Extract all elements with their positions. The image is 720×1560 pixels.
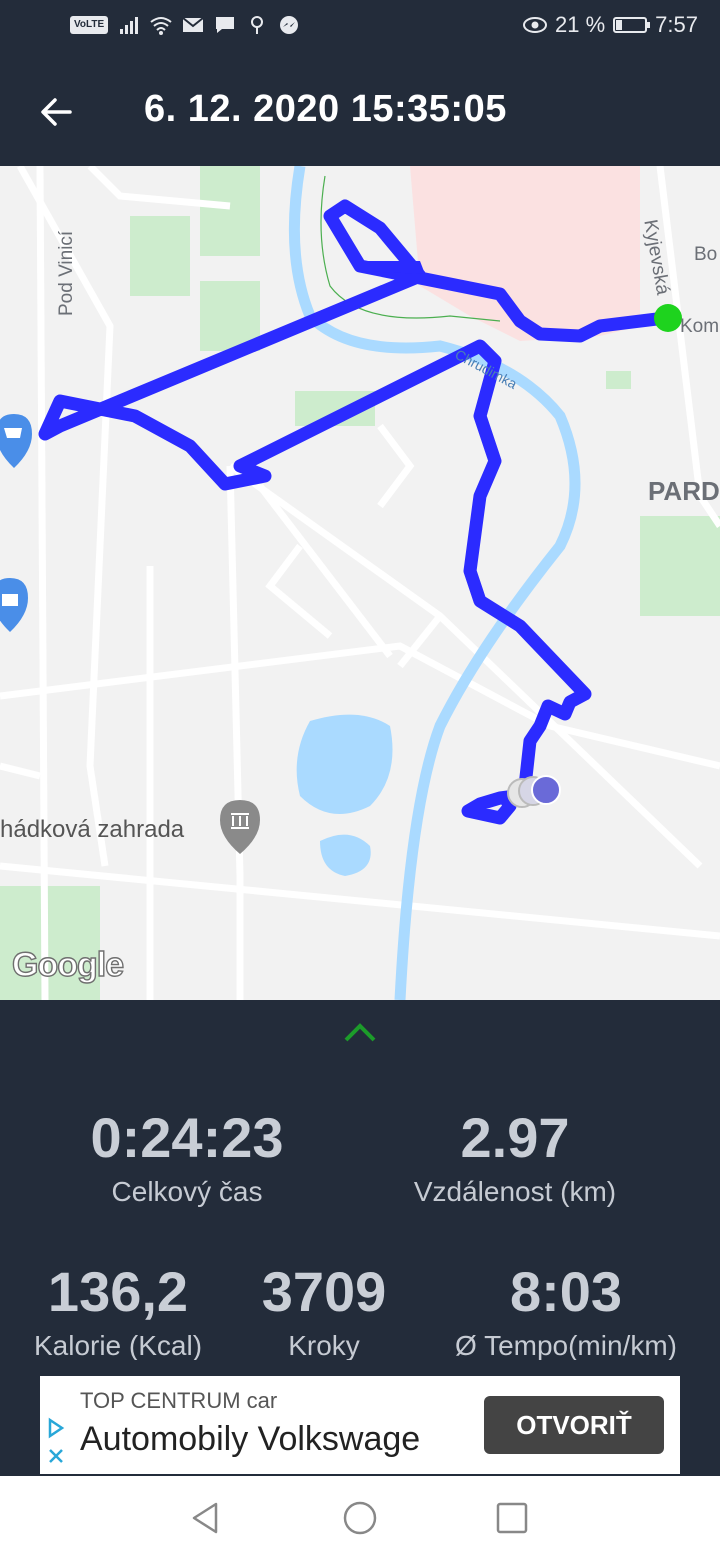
- volte-badge: VoLTE: [70, 16, 109, 34]
- lake: [320, 834, 371, 876]
- park-area: [200, 166, 260, 256]
- expand-button[interactable]: [338, 1016, 382, 1050]
- place-label: PARD: [648, 476, 720, 506]
- nav-recents-icon[interactable]: [492, 1498, 532, 1538]
- clock: 7:57: [655, 12, 698, 37]
- chevron-up-icon: [344, 1023, 376, 1042]
- mail-icon: [182, 17, 204, 32]
- status-bar: VoLTE 21 % 7:57: [0, 0, 720, 56]
- shopping-bag-pin[interactable]: [0, 578, 28, 632]
- urban-area: [410, 166, 640, 341]
- location-icon: [251, 16, 264, 34]
- steps-value: 3709: [261, 1260, 387, 1323]
- stat-total-time: 0:24:23 Celkový čas: [62, 1106, 312, 1208]
- status-right: 21 % 7:57: [523, 12, 698, 38]
- stat-pace: 8:03 Ø Tempo(min/km): [430, 1260, 702, 1362]
- ad-headline[interactable]: Automobily Volkswage: [80, 1420, 460, 1459]
- eye-icon: [523, 17, 548, 33]
- museum-pin[interactable]: [220, 800, 260, 854]
- park-area: [130, 216, 190, 296]
- pace-label: Ø Tempo(min/km): [455, 1330, 677, 1361]
- messenger-icon: [280, 16, 299, 34]
- nav-home-icon[interactable]: [340, 1498, 380, 1538]
- total-time-value: 0:24:23: [90, 1106, 284, 1169]
- signal-icon: [120, 17, 139, 34]
- wifi-icon: [150, 17, 172, 35]
- end-marker[interactable]: [531, 775, 561, 805]
- system-nav-bar: [0, 1476, 720, 1560]
- ad-banner[interactable]: TOP CENTRUM car Automobily Volkswage OTV…: [40, 1376, 680, 1474]
- stat-steps: 3709 Kroky: [234, 1260, 414, 1362]
- place-label: Kom: [680, 316, 720, 337]
- ad-choices[interactable]: [44, 1416, 68, 1475]
- place-label: hádková zahrada: [0, 816, 185, 843]
- steps-label: Kroky: [288, 1330, 360, 1361]
- battery-level: [616, 20, 623, 30]
- park-area: [640, 516, 720, 616]
- ad-banner-container: TOP CENTRUM car Automobily Volkswage OTV…: [0, 1360, 720, 1476]
- place-label: Bo: [694, 244, 718, 265]
- nav-back-icon[interactable]: [186, 1498, 226, 1538]
- page-title: 6. 12. 2020 15:35:05: [144, 88, 507, 130]
- back-button[interactable]: [28, 84, 84, 140]
- google-logo: Google: [11, 945, 125, 984]
- status-left-icons: VoLTE: [70, 14, 300, 36]
- calories-label: Kalorie (Kcal): [33, 1330, 203, 1361]
- message-icon: [216, 17, 235, 33]
- battery-percent: 21 %: [555, 12, 606, 37]
- app-header: 6. 12. 2020 15:35:05: [0, 56, 720, 166]
- arrow-left-icon: [41, 98, 72, 126]
- stat-distance: 2.97 Vzdálenost (km): [390, 1106, 640, 1208]
- lake: [296, 714, 393, 814]
- start-marker[interactable]: [654, 304, 682, 332]
- battery-icon: [613, 17, 651, 33]
- route-map[interactable]: Pod Vinicí Kyjevská Chrudimka PARD Bo Ko…: [0, 166, 720, 1000]
- distance-label: Vzdálenost (km): [413, 1176, 617, 1207]
- pace-value: 8:03: [509, 1260, 623, 1323]
- stat-calories: 136,2 Kalorie (Kcal): [8, 1260, 228, 1362]
- total-time-label: Celkový čas: [111, 1176, 263, 1207]
- ad-subtitle: TOP CENTRUM car: [80, 1388, 278, 1413]
- map-canvas[interactable]: [0, 166, 720, 1000]
- adchoices-icon: [48, 1417, 65, 1463]
- park-area: [606, 371, 631, 389]
- ad-open-button[interactable]: OTVORIŤ: [484, 1396, 664, 1454]
- shop-pin[interactable]: [0, 414, 32, 468]
- street-label: Pod Vinicí: [56, 230, 77, 316]
- calories-value: 136,2: [47, 1260, 189, 1323]
- distance-value: 2.97: [460, 1106, 570, 1169]
